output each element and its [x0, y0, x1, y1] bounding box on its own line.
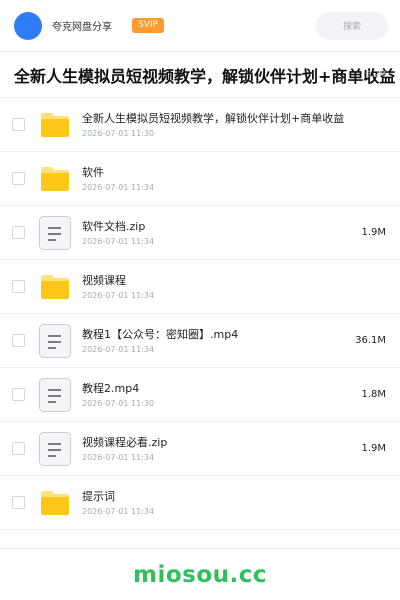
file-info: 教程2.mp4 2026-07-01 11:30 [82, 381, 154, 408]
file-name: 视频课程 [82, 274, 126, 287]
file-date: 2026-07-01 11:34 [82, 237, 155, 246]
file-list: 全新人生模拟员短视频教学，解锁伙伴计划+商单收益 2026-07-01 11:3… [0, 98, 400, 530]
footer: miosou.cc [0, 548, 400, 600]
file-size: 36.1M [355, 335, 386, 346]
folder-icon [38, 270, 72, 304]
file-date: 2026-07-01 11:34 [82, 183, 155, 192]
file-date: 2026-07-01 11:34 [82, 345, 155, 354]
file-row[interactable]: 软件文档.zip 2026-07-01 11:34 1.9M [0, 206, 400, 260]
file-info: 视频课程 2026-07-01 11:34 [82, 273, 154, 300]
file-date: 2026-07-01 11:34 [82, 507, 155, 516]
folder-icon [38, 108, 72, 142]
row-checkbox[interactable] [12, 496, 25, 509]
file-name: 全新人生模拟员短视频教学，解锁伙伴计划+商单收益 [82, 112, 345, 125]
file-row[interactable]: 视频课程 2026-07-01 11:34 [0, 260, 400, 314]
file-date: 2026-07-01 11:34 [82, 291, 155, 300]
watermark: miosou.cc [132, 561, 268, 588]
file-info: 软件文档.zip 2026-07-01 11:34 [82, 219, 154, 246]
row-checkbox[interactable] [12, 442, 25, 455]
file-info: 教程1【公众号：密知圈】.mp4 2026-07-01 11:34 [82, 327, 238, 354]
page-title: 全新人生模拟员短视频教学，解锁伙伴计划+商单收益 [14, 66, 396, 86]
file-name: 软件文档.zip [82, 220, 146, 233]
file-info: 视频课程必看.zip 2026-07-01 11:34 [82, 435, 167, 462]
file-row[interactable]: 全新人生模拟员短视频教学，解锁伙伴计划+商单收益 2026-07-01 11:3… [0, 98, 400, 152]
search-input[interactable]: 搜索 [316, 11, 388, 40]
file-icon [38, 323, 72, 358]
file-name: 视频课程必看.zip [82, 436, 168, 449]
file-row[interactable]: 教程1【公众号：密知圈】.mp4 2026-07-01 11:34 36.1M [0, 314, 400, 368]
folder-title-bar: 全新人生模拟员短视频教学，解锁伙伴计划+商单收益 3.2M [0, 52, 400, 98]
row-checkbox[interactable] [12, 172, 25, 185]
file-row[interactable]: 视频课程必看.zip 2026-07-01 11:34 1.9M [0, 422, 400, 476]
file-date: 2026-07-01 11:30 [82, 129, 155, 138]
user-name: 夸克网盘分享 [52, 22, 112, 33]
file-icon [38, 215, 72, 250]
file-date: 2026-07-01 11:34 [82, 453, 155, 462]
file-name: 提示词 [82, 490, 115, 503]
folder-icon [38, 162, 72, 196]
avatar[interactable] [14, 11, 42, 40]
file-row[interactable]: 教程2.mp4 2026-07-01 11:30 1.8M [0, 368, 400, 422]
file-row[interactable]: 软件 2026-07-01 11:34 [0, 152, 400, 206]
file-info: 软件 2026-07-01 11:34 [82, 165, 154, 192]
file-info: 提示词 2026-07-01 11:34 [82, 489, 154, 516]
row-checkbox[interactable] [12, 388, 25, 401]
file-date: 2026-07-01 11:30 [82, 399, 155, 408]
file-info: 全新人生模拟员短视频教学，解锁伙伴计划+商单收益 2026-07-01 11:3… [82, 111, 344, 138]
file-size: 1.9M [361, 227, 386, 238]
file-name: 教程2.mp4 [82, 382, 140, 395]
file-icon [38, 431, 72, 466]
vip-badge: SVIP [132, 18, 164, 33]
row-checkbox[interactable] [12, 280, 25, 293]
file-size: 1.9M [361, 443, 386, 454]
file-name: 软件 [82, 166, 104, 179]
row-checkbox[interactable] [12, 118, 25, 131]
file-size: 1.8M [361, 389, 386, 400]
row-checkbox[interactable] [12, 226, 25, 239]
folder-icon [38, 486, 72, 520]
row-checkbox[interactable] [12, 334, 25, 347]
file-name: 教程1【公众号：密知圈】.mp4 [82, 328, 239, 341]
app-header: 夸克网盘分享 SVIP 搜索 [0, 0, 400, 52]
file-row[interactable]: 提示词 2026-07-01 11:34 [0, 476, 400, 530]
file-icon [38, 377, 72, 412]
total-size: 3.2M [366, 70, 386, 79]
